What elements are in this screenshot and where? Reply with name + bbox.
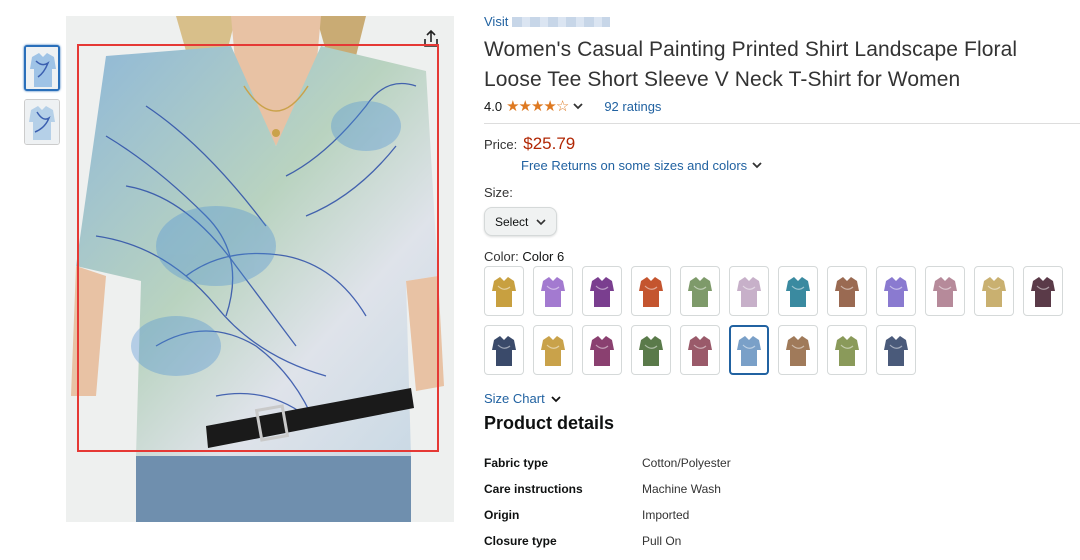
shirt-swatch-icon xyxy=(492,336,516,366)
size-dropdown[interactable]: Select xyxy=(484,207,558,236)
detail-key: Care instructions xyxy=(484,482,583,496)
color-swatch[interactable] xyxy=(533,266,573,316)
color-swatch[interactable] xyxy=(582,266,622,316)
highlight-box xyxy=(77,44,439,452)
shirt-thumbnail-icon xyxy=(26,47,58,89)
color-swatch[interactable] xyxy=(876,325,916,375)
size-dropdown-value: Select xyxy=(495,214,529,229)
shirt-swatch-icon xyxy=(786,277,810,307)
price-row: Price: $25.79 xyxy=(484,134,1074,154)
shirt-swatch-icon xyxy=(786,336,810,366)
shirt-swatch-icon xyxy=(1031,277,1055,307)
color-swatch[interactable] xyxy=(729,325,769,375)
color-swatch[interactable] xyxy=(827,266,867,316)
shirt-swatch-icon xyxy=(884,277,908,307)
product-title-line2: Loose Tee Short Sleeve V Neck T-Shirt fo… xyxy=(484,68,961,91)
ratings-count-link[interactable]: 92 ratings xyxy=(604,99,661,114)
product-info: Visit Women's Casual Painting Printed Sh… xyxy=(484,14,1080,264)
size-chart-text: Size Chart xyxy=(484,391,545,406)
price-label: Price: xyxy=(484,137,518,152)
shirt-swatch-icon xyxy=(639,336,663,366)
shirt-swatch-icon xyxy=(639,277,663,307)
price-value: $25.79 xyxy=(523,134,576,153)
product-title-line1: Women's Casual Painting Printed Shirt La… xyxy=(484,38,1018,61)
color-swatch[interactable] xyxy=(974,266,1014,316)
swatch-row xyxy=(484,325,1074,375)
size-label: Size: xyxy=(484,185,513,200)
star-rating-icon[interactable]: ★★★★☆ xyxy=(506,97,569,115)
color-swatch[interactable] xyxy=(1023,266,1063,316)
shirt-swatch-icon xyxy=(982,277,1006,307)
shirt-swatch-icon xyxy=(590,277,614,307)
brand-link-prefix: Visit xyxy=(484,14,509,29)
shirt-swatch-icon xyxy=(835,336,859,366)
thumbnail-front[interactable] xyxy=(24,45,60,91)
detail-row: Fabric type Cotton/Polyester xyxy=(484,450,731,476)
detail-value: Machine Wash xyxy=(642,482,721,496)
detail-row: Closure type Pull On xyxy=(484,528,731,554)
detail-row: Origin Imported xyxy=(484,502,731,528)
chevron-down-icon xyxy=(536,218,546,225)
swatch-row xyxy=(484,266,1074,316)
color-swatch[interactable] xyxy=(533,325,573,375)
shirt-swatch-icon xyxy=(737,336,761,366)
color-swatch[interactable] xyxy=(925,266,965,316)
shirt-swatch-icon xyxy=(492,277,516,307)
product-title: Women's Casual Painting Printed Shirt La… xyxy=(484,35,1074,95)
color-swatch[interactable] xyxy=(778,325,818,375)
color-swatch[interactable] xyxy=(680,266,720,316)
thumbnail-side[interactable] xyxy=(24,99,60,145)
chevron-down-icon[interactable] xyxy=(572,99,584,114)
color-swatch[interactable] xyxy=(778,266,818,316)
shirt-swatch-icon xyxy=(590,336,614,366)
detail-row: Care instructions Machine Wash xyxy=(484,476,731,502)
color-swatch[interactable] xyxy=(582,325,622,375)
detail-key: Fabric type xyxy=(484,456,549,470)
color-label: Color: Color 6 xyxy=(484,249,1074,264)
color-swatch[interactable] xyxy=(631,266,671,316)
shirt-swatch-icon xyxy=(835,277,859,307)
detail-key: Closure type xyxy=(484,534,557,548)
color-label-text: Color: xyxy=(484,249,519,264)
chevron-down-icon xyxy=(551,395,561,402)
product-details-table: Fabric type Cotton/Polyester Care instru… xyxy=(484,450,731,554)
shirt-swatch-icon xyxy=(933,277,957,307)
size-chart-link[interactable]: Size Chart xyxy=(484,391,562,406)
chevron-down-icon xyxy=(751,158,763,173)
free-returns-text: Free Returns on some sizes and colors xyxy=(521,158,748,173)
selected-color-name: Color 6 xyxy=(522,249,565,264)
thumbnail-strip xyxy=(24,45,64,153)
detail-value: Pull On xyxy=(642,534,682,548)
shirt-swatch-icon xyxy=(884,336,908,366)
color-swatches xyxy=(484,266,1074,384)
free-returns-link[interactable]: Free Returns on some sizes and colors xyxy=(521,158,1074,173)
divider xyxy=(484,123,1080,124)
product-details-heading: Product details xyxy=(484,413,615,433)
brand-store-link[interactable]: Visit xyxy=(484,14,1074,29)
detail-value: Cotton/Polyester xyxy=(642,456,731,470)
color-swatch[interactable] xyxy=(484,266,524,316)
shirt-swatch-icon xyxy=(541,336,565,366)
color-swatch[interactable] xyxy=(729,266,769,316)
shirt-swatch-icon xyxy=(688,277,712,307)
redacted-brand-name xyxy=(512,16,611,27)
rating-row: 4.0 ★★★★☆ 92 ratings xyxy=(484,97,1074,115)
color-swatch[interactable] xyxy=(484,325,524,375)
color-swatch[interactable] xyxy=(876,266,916,316)
shirt-swatch-icon xyxy=(541,277,565,307)
detail-key: Origin xyxy=(484,508,520,522)
shirt-thumbnail-icon xyxy=(25,100,59,144)
shirt-swatch-icon xyxy=(737,277,761,307)
color-swatch[interactable] xyxy=(680,325,720,375)
color-swatch[interactable] xyxy=(827,325,867,375)
rating-value: 4.0 xyxy=(484,98,503,114)
color-swatch[interactable] xyxy=(631,325,671,375)
detail-value: Imported xyxy=(642,508,690,522)
shirt-swatch-icon xyxy=(688,336,712,366)
